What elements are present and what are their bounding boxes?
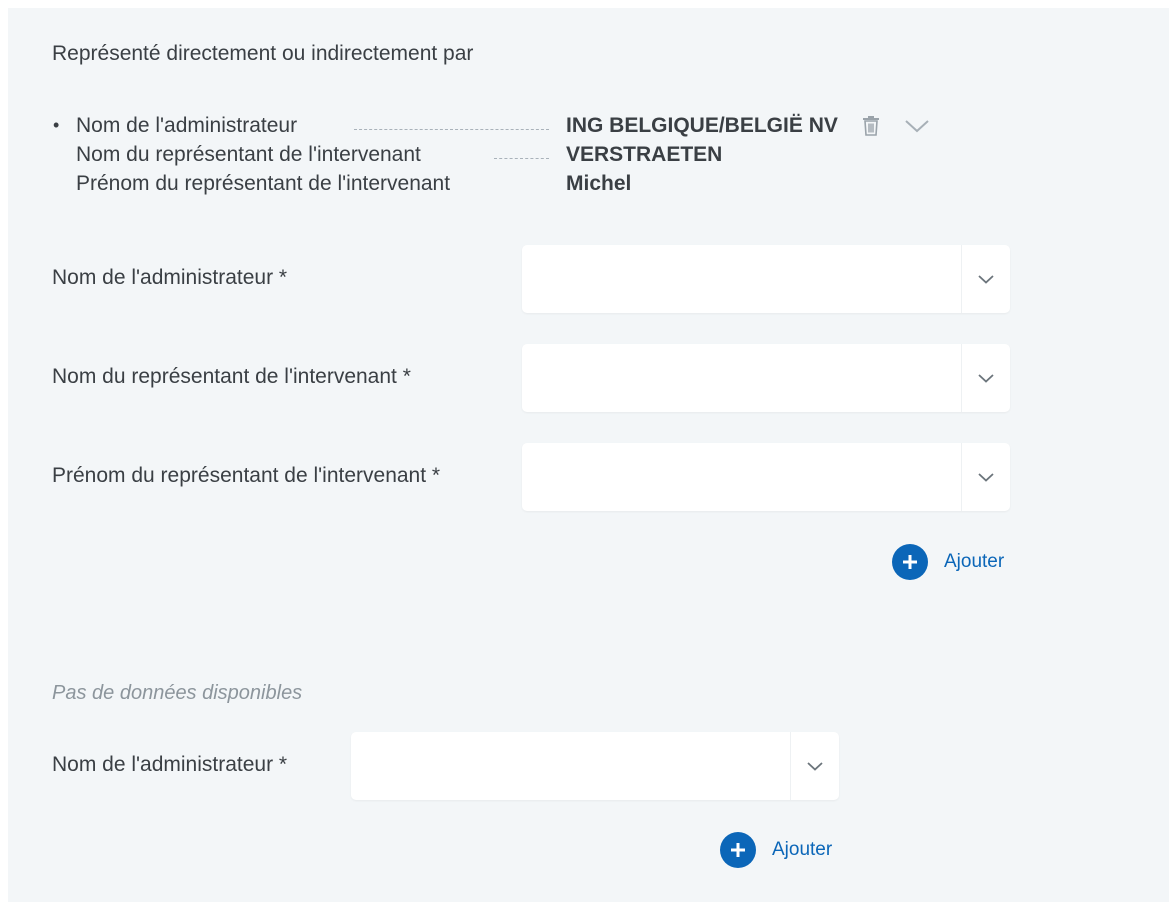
field-label-representative-name: Nom du représentant de l'intervenant *: [52, 365, 411, 388]
summary-row-representative-firstname: Prénom du représentant de l'intervenant …: [76, 172, 936, 200]
add-button[interactable]: Ajouter: [892, 544, 1004, 580]
representative-firstname-select[interactable]: [522, 443, 1010, 511]
plus-icon: [892, 544, 928, 580]
add-button-label: Ajouter: [944, 551, 1005, 572]
add-button-label: Ajouter: [772, 839, 833, 860]
representative-summary: • Nom de l'administrateur ING BELGIQUE/B…: [52, 112, 952, 208]
summary-value: Michel: [566, 172, 632, 195]
administrator-select[interactable]: [522, 245, 1010, 313]
chevron-down-icon: [978, 374, 994, 383]
list-bullet: •: [53, 115, 60, 135]
field-label-administrator: Nom de l'administrateur *: [52, 753, 288, 776]
representative-name-select[interactable]: [522, 344, 1010, 412]
empty-state-text: Pas de données disponibles: [52, 682, 303, 704]
summary-label: Prénom du représentant de l'intervenant: [76, 172, 451, 195]
field-label-administrator: Nom de l'administrateur *: [52, 266, 288, 289]
chevron-down-icon: [807, 762, 823, 771]
chevron-down-icon: [978, 275, 994, 284]
summary-value: ING BELGIQUE/BELGIË NV: [566, 114, 838, 137]
plus-icon: [720, 832, 756, 868]
select-divider: [961, 344, 962, 412]
chevron-down-icon: [905, 120, 929, 133]
delete-button[interactable]: [856, 111, 886, 141]
summary-label: Nom de l'administrateur: [76, 114, 298, 137]
field-label-representative-firstname: Prénom du représentant de l'intervenant …: [52, 464, 441, 487]
chevron-down-icon: [978, 473, 994, 482]
select-divider: [961, 443, 962, 511]
dotted-leader: [494, 158, 549, 159]
summary-value: VERSTRAETEN: [566, 143, 723, 166]
summary-row-administrator: Nom de l'administrateur ING BELGIQUE/BEL…: [76, 114, 936, 142]
summary-label: Nom du représentant de l'intervenant: [76, 143, 421, 166]
expand-button[interactable]: [902, 111, 932, 141]
representation-panel: Représenté directement ou indirectement …: [8, 8, 1169, 902]
add-button[interactable]: Ajouter: [720, 832, 832, 868]
section-title: Représenté directement ou indirectement …: [52, 42, 474, 65]
dotted-leader: [354, 129, 549, 130]
select-divider: [961, 245, 962, 313]
administrator-select[interactable]: [351, 732, 839, 800]
trash-icon: [863, 116, 879, 136]
select-divider: [790, 732, 791, 800]
summary-row-representative-name: Nom du représentant de l'intervenant VER…: [76, 143, 936, 171]
